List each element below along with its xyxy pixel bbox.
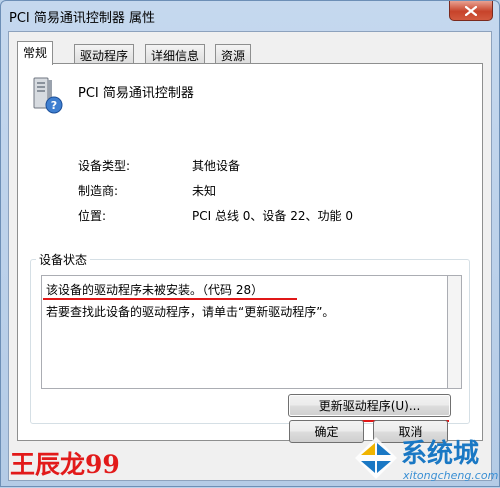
device-status-group: 该设备的驱动程序未被安装。（代码 28） 若要查找此设备的驱动程序，请单击“更新… [30,259,470,424]
watermark-url: xitongcheng.com [403,469,499,482]
author-signature: 王辰龙99 [10,450,120,479]
manufacturer-label: 制造商: [78,184,119,198]
tab-resources-label: 资源 [221,49,246,63]
update-driver-button-label: 更新驱动程序(U)... [318,399,421,413]
general-tab-panel: ? PCI 简易通讯控制器 设备类型: 其他设备 制造商: 未知 位置: PCI… [17,63,483,441]
window-title: PCI 简易通讯控制器 属性 [9,11,156,26]
tab-general-label: 常规 [23,46,48,60]
tab-driver-label: 驱动程序 [80,49,129,63]
tab-resources[interactable]: 资源 [215,44,252,64]
watermark-text: 系统城 [401,439,480,469]
tab-general[interactable]: 常规 [17,41,54,65]
watermark-logo-icon [355,437,397,479]
tab-details[interactable]: 详细信息 [145,44,206,64]
device-status-group-label: 设备状态 [36,251,91,268]
dialog-client-area: 常规 驱动程序 详细信息 资源 ? PCI 简易通讯控制器 设备类型: 其他设备… [8,31,492,481]
status-scrollbar[interactable] [448,275,462,389]
site-watermark: 系统城 xitongcheng.com [353,431,500,488]
location-value: PCI 总线 0、设备 22、功能 0 [192,209,353,223]
ok-button-label: 确定 [314,425,339,439]
device-type-label: 设备类型: [78,159,131,173]
update-driver-button[interactable]: 更新驱动程序(U)... [288,394,451,417]
tab-driver[interactable]: 驱动程序 [74,44,135,64]
manufacturer-value: 未知 [192,184,217,198]
device-status-text[interactable]: 该设备的驱动程序未被安装。（代码 28） 若要查找此设备的驱动程序，请单击“更新… [41,275,448,389]
location-label: 位置: [78,209,107,223]
error-underline-annotation [43,298,297,300]
tab-details-label: 详细信息 [151,49,200,63]
close-icon [465,5,477,16]
device-type-value: 其他设备 [192,159,241,173]
device-unknown-icon: ? [33,77,63,114]
title-bar[interactable]: PCI 简易通讯控制器 属性 [1,1,499,31]
properties-dialog: PCI 简易通讯控制器 属性 常规 驱动程序 详细信息 资源 ? PCI 简易通… [0,0,500,487]
close-button[interactable] [449,1,493,21]
device-name: PCI 简易通讯控制器 [78,86,194,101]
svg-text:?: ? [51,99,57,112]
status-line-hint: 若要查找此设备的驱动程序，请单击“更新驱动程序”。 [46,305,335,319]
